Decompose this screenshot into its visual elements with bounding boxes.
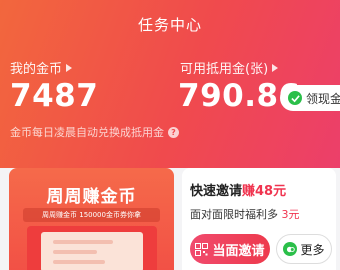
face-invite-label: 当面邀请: [212, 243, 265, 259]
invite-title-prefix: 快速邀请: [190, 184, 243, 199]
face-invite-button[interactable]: 当面邀请: [190, 234, 270, 264]
exchange-note: 金币每日凌晨自动兑换成抵用金 ?: [10, 124, 179, 140]
redeem-label: 领现金: [306, 91, 340, 106]
page-title: 任务中心: [137, 16, 202, 34]
invite-subtitle: 面对面限时福利多 3元: [190, 206, 300, 222]
redeem-cash-button[interactable]: 领现金: [280, 85, 340, 111]
invite-title: 快速邀请赚48元: [190, 180, 286, 199]
weekly-earn-subtitle: 周周赚金币 150000金币券你拿: [23, 208, 160, 222]
more-label: 更多: [300, 242, 325, 257]
wechat-icon: [283, 242, 298, 256]
help-icon[interactable]: ?: [168, 126, 179, 138]
cash-label: 可用抵用金(张): [180, 62, 269, 77]
invite-card: 快速邀请赚48元 面对面限时福利多 3元 当面邀请 更多: [182, 168, 336, 270]
weekly-earn-title: 周周赚金币: [46, 187, 137, 207]
coins-value: 7487: [10, 78, 99, 114]
invite-title-reward: 赚48元: [242, 184, 287, 199]
arrow-right-icon: [272, 63, 279, 72]
red-envelope-illustration: [27, 226, 157, 270]
more-invite-button[interactable]: 更多: [276, 234, 332, 264]
qr-code-icon: [195, 242, 209, 256]
wechat-icon: [288, 91, 302, 105]
invite-subtitle-reward: 3元: [281, 208, 300, 221]
exchange-note-text: 金币每日凌晨自动兑换成抵用金: [10, 126, 164, 139]
my-coins-label: 我的金币: [10, 62, 63, 77]
header-banner: 任务中心 我的金币 7487 可用抵用金(张) 790.86 领现金 金币每日凌…: [0, 0, 340, 168]
weekly-earn-card[interactable]: 周周赚金币 周周赚金币 150000金币券你拿: [9, 168, 174, 270]
my-coins-link[interactable]: 我的金币: [10, 58, 73, 77]
invite-subtitle-text: 面对面限时福利多: [190, 208, 278, 221]
cash-link[interactable]: 可用抵用金(张): [180, 58, 279, 77]
arrow-right-icon: [66, 63, 73, 72]
